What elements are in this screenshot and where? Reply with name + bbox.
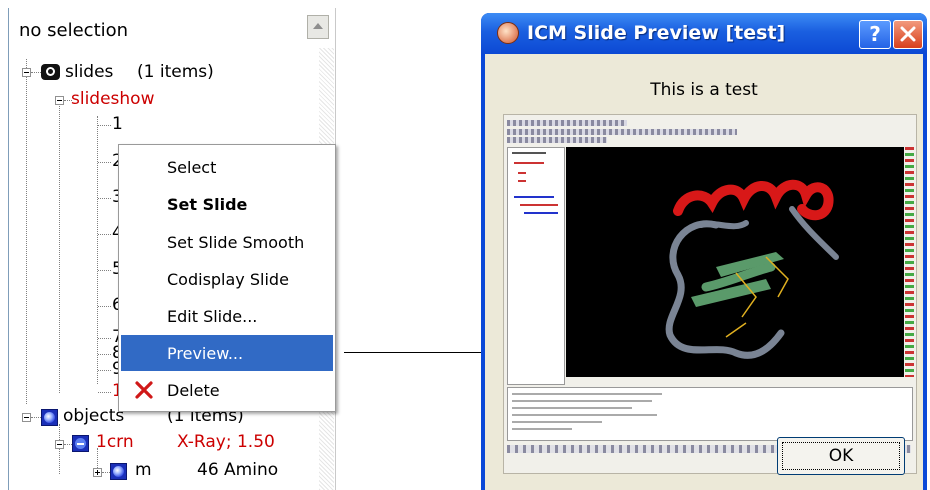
chain-sphere-icon <box>110 463 127 480</box>
close-button[interactable] <box>893 20 923 49</box>
slide-preview-dialog: ICM Slide Preview [test] ? This is a tes… <box>481 13 927 490</box>
collapse-slideshow-toggle[interactable] <box>55 96 64 105</box>
protein-ribbon-graphic <box>665 179 839 359</box>
1crn-node-label[interactable]: 1crn <box>96 432 134 452</box>
m-node-info: 46 Amino <box>197 460 279 480</box>
slides-node-count: (1 items) <box>137 62 214 82</box>
collapse-1crn-toggle[interactable] <box>55 440 64 449</box>
collapse-slides-toggle[interactable] <box>22 68 31 77</box>
slide-caption: This is a test <box>650 80 758 100</box>
menu-item-codisplay-slide[interactable]: Codisplay Slide <box>121 261 333 297</box>
menu-item-select[interactable]: Select <box>121 149 333 185</box>
menu-item-edit-slide[interactable]: Edit Slide... <box>121 298 333 334</box>
molecule-viewer <box>566 147 904 377</box>
protein-object-icon <box>72 435 89 452</box>
mini-toolbar <box>507 137 607 143</box>
tree-line <box>59 424 60 474</box>
object-sphere-icon <box>41 409 58 426</box>
close-icon <box>900 26 916 42</box>
camera-icon <box>41 64 60 80</box>
ok-button[interactable]: OK <box>777 437 905 475</box>
mini-toolbar <box>507 129 737 135</box>
tree-line <box>97 116 98 384</box>
mini-side-toolbar <box>905 147 914 377</box>
callout-connector-line <box>344 352 498 353</box>
mini-menubar <box>507 120 627 126</box>
menu-item-set-slide-smooth[interactable]: Set Slide Smooth <box>121 224 333 260</box>
slideshow-node-label[interactable]: slideshow <box>71 89 155 109</box>
objects-node-label[interactable]: objects <box>63 406 124 426</box>
selection-header: no selection <box>9 8 333 48</box>
tree-line <box>59 103 60 393</box>
selection-status: no selection <box>19 20 129 41</box>
menu-item-set-slide[interactable]: Set Slide <box>121 186 333 222</box>
dialog-titlebar[interactable]: ICM Slide Preview [test] ? <box>481 13 927 54</box>
slides-node-label[interactable]: slides <box>65 62 113 82</box>
menu-item-delete[interactable]: Delete <box>121 372 333 408</box>
menu-item-preview[interactable]: Preview... <box>121 335 333 371</box>
tree-line <box>31 72 41 73</box>
scroll-up-button[interactable] <box>307 15 329 39</box>
delete-x-icon <box>135 381 153 399</box>
collapse-objects-toggle[interactable] <box>22 413 31 422</box>
m-node-label[interactable]: m <box>135 460 152 480</box>
tree-line <box>26 59 27 404</box>
slide-context-menu: Select Set Slide Set Slide Smooth Codisp… <box>118 144 336 412</box>
icm-app-icon <box>497 22 519 44</box>
mini-workspace-panel <box>507 147 565 385</box>
dialog-client-area: This is a test OK <box>485 54 923 490</box>
slide-item-1[interactable]: 1 <box>112 114 123 134</box>
slide-preview-image <box>503 114 917 474</box>
expand-m-toggle[interactable] <box>93 468 102 477</box>
1crn-node-info: X-Ray; 1.50 <box>177 432 275 452</box>
mini-command-console <box>507 387 913 441</box>
help-button[interactable]: ? <box>859 20 891 49</box>
dialog-title: ICM Slide Preview [test] <box>527 22 786 44</box>
